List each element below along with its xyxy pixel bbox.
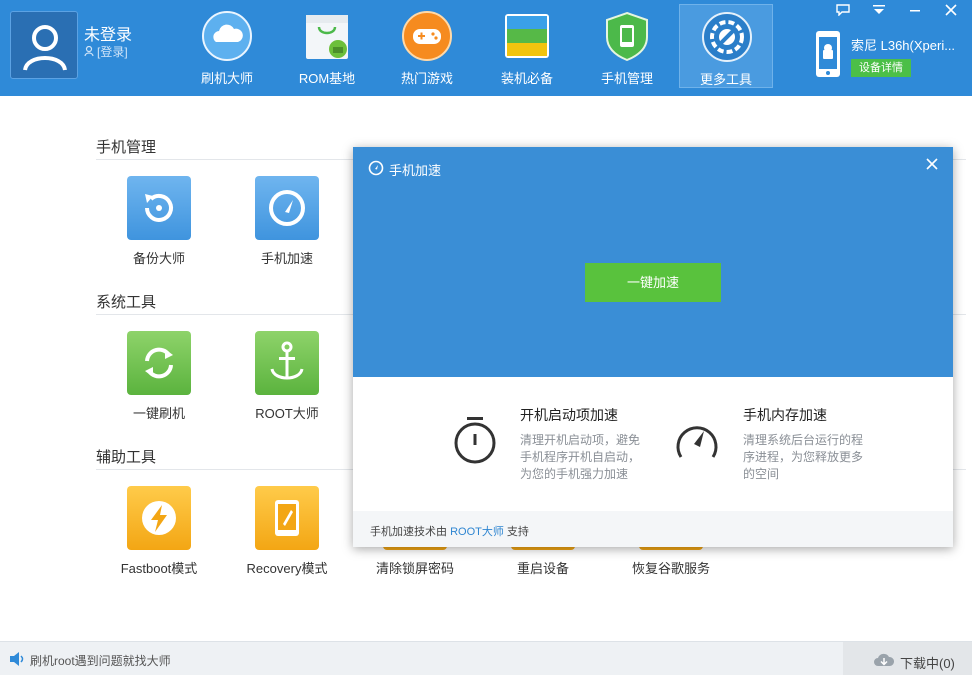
tool-fastboot-mode[interactable]: Fastboot模式	[99, 486, 219, 577]
nav-label: ROM基地	[298, 71, 356, 86]
close-icon[interactable]	[925, 153, 941, 173]
nav-more-tools[interactable]: 更多工具	[679, 4, 773, 88]
gamepad-icon	[402, 11, 452, 61]
minimize-icon[interactable]	[904, 2, 926, 20]
download-button[interactable]: 下载中(0)	[843, 642, 972, 675]
root-master-link[interactable]: ROOT大师	[450, 526, 504, 538]
one-click-boost-button[interactable]: 一键加速	[585, 263, 721, 302]
phone-device-icon	[816, 31, 840, 77]
nav-hot-games[interactable]: 热门游戏	[380, 4, 474, 88]
lightning-icon	[127, 486, 191, 550]
login-link-label[interactable]: [登录]	[97, 43, 128, 60]
tool-phone-speedup[interactable]: 手机加速	[227, 176, 347, 267]
stopwatch-icon	[454, 417, 496, 464]
nav-label: 手机管理	[600, 71, 653, 86]
section-title: 辅助工具	[96, 449, 157, 466]
menu-dropdown-icon[interactable]	[868, 2, 890, 20]
refresh-icon	[127, 331, 191, 395]
speedometer-icon	[368, 160, 384, 176]
user-name: 未登录	[84, 27, 133, 44]
tool-label: 手机加速	[260, 251, 313, 266]
section-title: 系统工具	[96, 294, 157, 311]
nav-phone-manage[interactable]: 手机管理	[580, 4, 674, 88]
dialog-footer: 手机加速技术由 ROOT大师 支持	[353, 511, 953, 547]
feature-description: 清理开机启动项，避免 手机程序开机自启动， 为您的手机强力加速	[520, 433, 641, 481]
nav-essential-apps[interactable]: 装机必备	[480, 4, 574, 88]
user-icon	[23, 25, 67, 71]
tool-label: 清除锁屏密码	[375, 561, 454, 576]
shopping-bag-android-icon	[306, 15, 348, 59]
dialog-title: 手机加速	[389, 163, 442, 178]
window-controls	[832, 2, 962, 20]
backup-restore-icon	[127, 176, 191, 240]
tool-root-master[interactable]: ROOT大师	[227, 331, 347, 422]
user-avatar[interactable]	[10, 11, 78, 79]
device-name: 索尼 L36h(Xperi...	[851, 38, 956, 53]
tool-label: 恢复谷歌服务	[631, 561, 710, 576]
anchor-icon	[255, 331, 319, 395]
tool-one-click-flash[interactable]: 一键刷机	[99, 331, 219, 422]
nav-rom-base[interactable]: ROM基地	[280, 4, 374, 88]
cloud-download-icon	[874, 653, 895, 666]
tool-backup-master[interactable]: 备份大师	[99, 176, 219, 267]
tool-label: Recovery模式	[246, 561, 328, 576]
speedometer-icon	[255, 176, 319, 240]
section-title: 手机管理	[96, 139, 157, 156]
person-icon	[84, 46, 94, 57]
tool-label: 一键刷机	[132, 406, 185, 421]
nav-label: 热门游戏	[400, 71, 453, 86]
speedometer-icon	[676, 426, 718, 458]
footer-prefix: 手机加速技术由	[370, 526, 451, 538]
cloud-icon	[202, 11, 252, 61]
status-message[interactable]: 刷机root遇到问题就找大师	[30, 652, 171, 669]
dialog-header: 手机加速 一键加速	[353, 147, 953, 377]
feedback-icon[interactable]	[832, 2, 854, 20]
close-icon[interactable]	[940, 2, 962, 20]
nav-label: 刷机大师	[200, 71, 253, 86]
device-detail-button[interactable]: 设备详情	[851, 59, 911, 77]
nav-label: 装机必备	[500, 71, 553, 86]
feature-title: 手机内存加速	[743, 407, 827, 423]
tool-label: 备份大师	[132, 251, 185, 266]
feature-description: 清理系统后台运行的程 序进程，为您释放更多 的空间	[743, 433, 864, 481]
tool-label: ROOT大师	[255, 406, 319, 421]
speaker-icon	[10, 652, 24, 666]
tool-label: Fastboot模式	[120, 561, 198, 576]
status-bar: 刷机root遇到问题就找大师 下载中(0)	[0, 641, 972, 675]
shield-phone-icon	[606, 11, 648, 61]
top-bar: 未登录 [登录] 刷机大师 ROM基地 热门游戏 装机必备 手机管理 更多工具 …	[0, 0, 972, 96]
download-count: 下载中(0)	[900, 656, 955, 671]
wrench-gear-icon	[702, 12, 752, 62]
footer-suffix: 支持	[503, 526, 529, 538]
tool-label: 重启设备	[516, 561, 569, 576]
nav-label: 更多工具	[699, 72, 752, 87]
tool-recovery-mode[interactable]: Recovery模式	[227, 486, 347, 577]
apps-stack-icon	[505, 14, 549, 58]
phone-edit-icon	[255, 486, 319, 550]
feature-title: 开机启动项加速	[520, 407, 618, 423]
login-link[interactable]: [登录]	[84, 43, 128, 60]
speedup-dialog: 手机加速 一键加速 开机启动项加速 清理开机启动项，避免 手机程序开机自启动， …	[353, 147, 953, 547]
nav-flash-master[interactable]: 刷机大师	[180, 4, 274, 88]
